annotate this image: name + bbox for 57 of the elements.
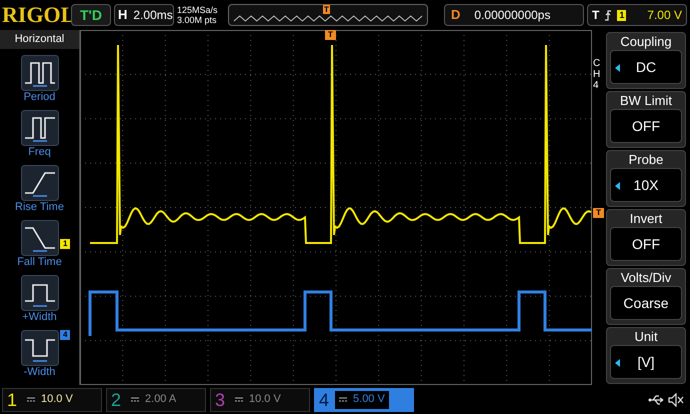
dc-coupling-icon (27, 396, 36, 403)
delay-box[interactable]: D 0.00000000ps (444, 4, 584, 26)
channel-marker: 4 (60, 330, 70, 340)
memory-depth: 3.00M pts (177, 15, 218, 25)
menu-value-button[interactable]: 10X (610, 168, 682, 202)
menu-title: Volts/Div (620, 269, 672, 286)
channel-label: CH4 (593, 58, 602, 91)
horizontal-scale-box[interactable]: H 2.00ms (114, 4, 174, 26)
trigger-marker: T (325, 30, 336, 40)
trigger-marker: T (593, 208, 604, 218)
timebase-value: 2.00ms (133, 7, 173, 24)
run-status: T'D (71, 4, 111, 26)
waveform-freq-icon (20, 110, 58, 146)
menu-title: Coupling (620, 33, 672, 50)
channel-marker: 1 (60, 239, 70, 249)
channel-button[interactable]: 3 10.0 V (210, 388, 310, 412)
dc-coupling-icon (131, 396, 140, 403)
channel-button[interactable]: 1 10.0 V (2, 388, 102, 412)
channel-number: 1 (7, 390, 18, 408)
trigger-box[interactable]: T 1 7.00 V (587, 4, 687, 26)
waveform-pwidth-icon (20, 274, 58, 310)
menu-value-button[interactable]: Coarse (610, 286, 682, 320)
trigger-position-marker: T (323, 5, 330, 14)
speaker-muted-icon (668, 392, 684, 406)
sample-rate: 125MSa/s (177, 5, 219, 15)
menu-value-button[interactable]: OFF (610, 109, 682, 143)
measure-button[interactable]: Rise Time (2, 164, 78, 214)
trigger-level: 7.00 V (647, 7, 682, 24)
channel-button[interactable]: 4 5.00 V (314, 388, 414, 412)
waveform-rise-icon (20, 164, 58, 200)
waveform-nwidth-icon (20, 330, 58, 366)
menu-value-button[interactable]: DC (610, 50, 682, 84)
menu-value-button[interactable]: OFF (610, 227, 682, 261)
channel-button[interactable]: 2 2.00 A (106, 388, 206, 412)
usb-icon (648, 392, 664, 406)
channel-number: 3 (215, 390, 226, 408)
measure-button[interactable]: Period (2, 54, 78, 104)
trigger-label: T (592, 7, 600, 24)
trigger-source-badge: 1 (617, 10, 626, 20)
channel-number: 4 (319, 390, 330, 408)
overview-wave-icon (233, 15, 423, 22)
menu-value-button[interactable]: [V] (610, 345, 682, 379)
delay-label: D (451, 6, 460, 24)
delay-value: 0.00000000ps (474, 7, 550, 24)
dc-coupling-icon (339, 396, 348, 403)
dc-coupling-icon (235, 396, 244, 403)
timebase-label: H (118, 6, 128, 24)
measure-button[interactable]: +Width (2, 274, 78, 324)
waveform-fall-icon (20, 220, 58, 256)
menu-title: Invert (630, 210, 662, 227)
measure-button[interactable]: Freq (2, 110, 78, 158)
channel-number: 2 (111, 390, 122, 408)
menu-title: Unit (634, 328, 658, 345)
panel-title: Horizontal (0, 30, 79, 48)
waveform-period-icon (20, 54, 58, 90)
menu-title: Probe (628, 151, 664, 168)
menu-title: BW Limit (620, 92, 672, 109)
